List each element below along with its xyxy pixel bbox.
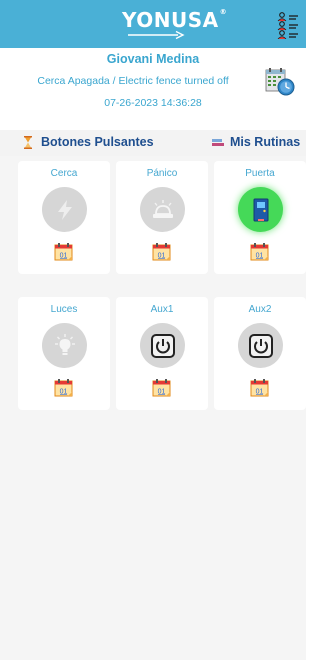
logo-arrow-icon <box>128 30 185 40</box>
bookmark-icon <box>212 138 224 146</box>
schedule-calendar-icon[interactable]: 01 <box>54 242 75 262</box>
button-card-label: Aux1 <box>150 304 174 315</box>
yonusa-logo: YONUSA® <box>122 8 227 32</box>
app-header: YONUSA® <box>0 0 306 48</box>
fence-status-text: Cerca Apagada / Electric fence turned of… <box>37 75 229 87</box>
users-list-icon[interactable] <box>276 11 300 39</box>
button-card-puerta[interactable]: Puerta 01 <box>214 161 306 274</box>
user-name: Giovani Medina <box>106 52 200 66</box>
button-card-luces[interactable]: Luces 01 <box>18 297 110 410</box>
tab-my-routines-label: Mis Rutinas <box>230 135 301 149</box>
calendar-clock-icon[interactable] <box>264 67 296 97</box>
button-card-panico[interactable]: Pánico 01 <box>116 161 208 274</box>
button-panico-toggle[interactable] <box>140 187 185 232</box>
schedule-calendar-icon[interactable]: 01 <box>54 378 75 398</box>
button-aux1-toggle[interactable] <box>140 323 185 368</box>
power-icon <box>248 333 273 358</box>
button-aux2-toggle[interactable] <box>238 323 283 368</box>
button-card-label: Luces <box>50 304 78 315</box>
button-cerca-toggle[interactable] <box>42 187 87 232</box>
buttons-grid: Cerca 01 Pánico 01 Puerta 01 Luces 01 Au… <box>0 156 306 660</box>
timestamp: 07-26-2023 14:36:28 <box>104 97 202 109</box>
schedule-calendar-icon[interactable]: 01 <box>250 378 271 398</box>
button-card-aux2[interactable]: Aux2 01 <box>214 297 306 410</box>
schedule-calendar-icon[interactable]: 01 <box>152 242 173 262</box>
button-card-aux1[interactable]: Aux1 01 <box>116 297 208 410</box>
lightning-icon <box>57 199 72 220</box>
tab-push-buttons-label: Botones Pulsantes <box>41 135 154 149</box>
button-card-label: Puerta <box>245 168 275 179</box>
button-card-label: Cerca <box>50 168 78 179</box>
schedule-calendar-icon[interactable]: 01 <box>152 378 173 398</box>
schedule-calendar-icon[interactable]: 01 <box>250 242 271 262</box>
logo-text: YONUSA <box>122 8 219 32</box>
tab-push-buttons[interactable]: Botones Pulsantes <box>24 135 154 149</box>
power-icon <box>150 333 175 358</box>
button-luces-toggle[interactable] <box>42 323 87 368</box>
hourglass-icon <box>24 135 32 149</box>
light-bulb-icon <box>54 333 75 355</box>
section-tabs: Botones Pulsantes Mis Rutinas <box>0 130 306 156</box>
button-card-cerca[interactable]: Cerca 01 <box>18 161 110 274</box>
button-puerta-toggle[interactable] <box>238 187 283 232</box>
button-card-label: Pánico <box>146 168 178 179</box>
tab-my-routines[interactable]: Mis Rutinas <box>212 135 300 149</box>
logo-registered: ® <box>219 8 228 16</box>
door-icon <box>253 198 268 221</box>
alarm-siren-icon <box>152 199 173 218</box>
button-card-label: Aux2 <box>248 304 272 315</box>
